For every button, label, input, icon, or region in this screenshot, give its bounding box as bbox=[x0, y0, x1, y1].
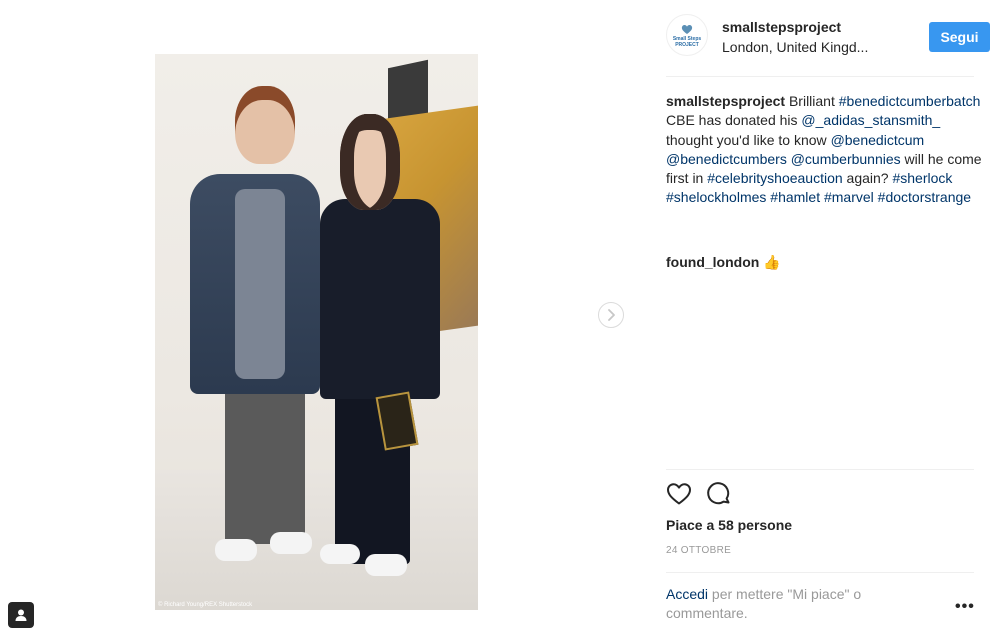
comment-text: 👍 bbox=[759, 254, 781, 270]
post-media-area: © Richard Young/REX Shutterstock bbox=[0, 0, 650, 636]
post-date[interactable]: 24 OTTOBRE bbox=[666, 545, 731, 556]
woman-shoe-left bbox=[320, 544, 360, 564]
mention-link[interactable]: @_adidas_stansmith_ bbox=[801, 112, 940, 128]
comment-item: found_london 👍 bbox=[666, 253, 781, 272]
mention-link[interactable]: @cumberbunnies bbox=[791, 151, 901, 167]
post-actions bbox=[666, 481, 732, 507]
mention-link[interactable]: @benedictcumbers bbox=[666, 151, 787, 167]
comment-button[interactable] bbox=[706, 481, 732, 507]
follow-button[interactable]: Segui bbox=[929, 22, 990, 52]
chevron-right-icon bbox=[608, 309, 615, 321]
man-shoe-right bbox=[270, 532, 312, 554]
next-photo-button[interactable] bbox=[598, 302, 624, 328]
caption-text: Brilliant bbox=[785, 93, 839, 109]
hashtag-link[interactable]: #doctorstrange bbox=[878, 189, 971, 205]
user-tags-button[interactable] bbox=[8, 602, 34, 628]
hashtag-link[interactable]: #shelockholmes bbox=[666, 189, 766, 205]
heart-icon bbox=[667, 483, 691, 505]
photo-credit: © Richard Young/REX Shutterstock bbox=[158, 602, 253, 608]
more-options-button[interactable]: ••• bbox=[955, 598, 975, 616]
hashtag-link[interactable]: #celebrityshoeauction bbox=[707, 170, 842, 186]
man-legs bbox=[225, 384, 305, 544]
man-sweater bbox=[235, 189, 285, 379]
post-caption: smallstepsproject Brilliant #benedictcum… bbox=[666, 92, 982, 208]
username-link[interactable]: smallstepsproject bbox=[722, 19, 841, 35]
post-header: Small Steps PROJECT smallstepsproject Lo… bbox=[666, 14, 990, 60]
woman-head bbox=[340, 114, 400, 210]
like-button[interactable] bbox=[666, 481, 692, 507]
likes-count[interactable]: Piace a 58 persone bbox=[666, 517, 792, 533]
caption-username[interactable]: smallstepsproject bbox=[666, 93, 785, 109]
avatar[interactable]: Small Steps PROJECT bbox=[666, 14, 708, 56]
login-prompt: Accedi per mettere "Mi piace" o commenta… bbox=[666, 585, 926, 623]
mention-link[interactable]: @benedictcum bbox=[831, 132, 925, 148]
post-photo[interactable]: © Richard Young/REX Shutterstock bbox=[155, 54, 478, 610]
avatar-text-line2: PROJECT bbox=[675, 42, 699, 48]
woman-blazer bbox=[320, 199, 440, 399]
header-divider bbox=[666, 76, 974, 77]
comment-icon bbox=[707, 482, 730, 505]
comment-username[interactable]: found_london bbox=[666, 254, 759, 270]
man-head bbox=[235, 86, 295, 164]
actions-divider bbox=[666, 469, 974, 470]
user-tag-icon bbox=[15, 609, 27, 621]
hashtag-link[interactable]: #marvel bbox=[824, 189, 874, 205]
caption-text: CBE has donated his bbox=[666, 112, 802, 129]
woman-shoe-right bbox=[365, 554, 407, 576]
post-sidebar: Small Steps PROJECT smallstepsproject Lo… bbox=[650, 0, 1000, 636]
caption-text: again? bbox=[842, 170, 893, 187]
footer-divider bbox=[666, 572, 974, 573]
location-link[interactable]: London, United Kingd... bbox=[722, 39, 868, 55]
hashtag-link[interactable]: #benedictcumberbatch bbox=[839, 93, 981, 109]
caption-text: thought you'd like to know bbox=[666, 131, 831, 148]
heart-logo-icon bbox=[681, 25, 693, 34]
hashtag-link[interactable]: #hamlet bbox=[770, 189, 820, 205]
man-shoe-left bbox=[215, 539, 257, 561]
hashtag-link[interactable]: #sherlock bbox=[892, 170, 952, 186]
gallery-floor bbox=[155, 470, 478, 610]
login-link[interactable]: Accedi bbox=[666, 586, 708, 602]
